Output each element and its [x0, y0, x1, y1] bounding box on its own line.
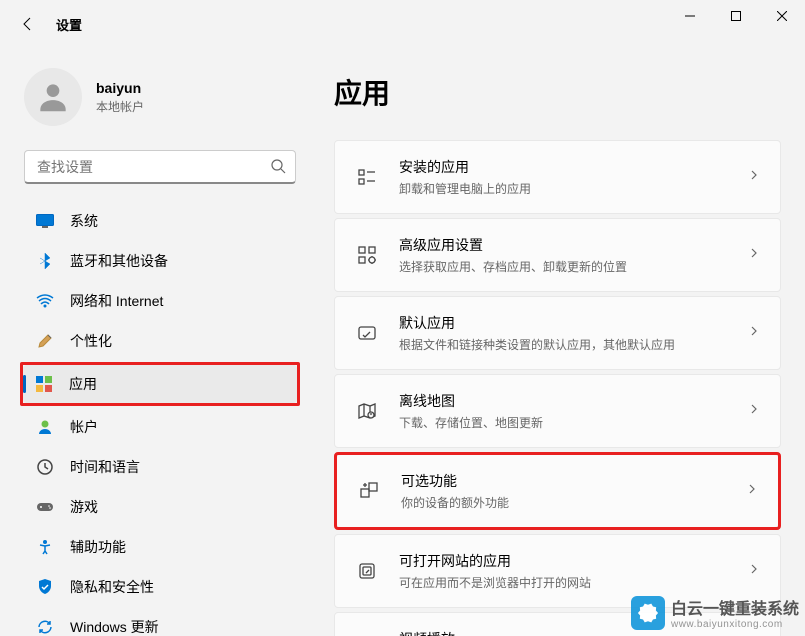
network-icon: [36, 292, 54, 310]
privacy-icon: [36, 578, 54, 596]
sidebar-item-label: 蓝牙和其他设备: [70, 251, 168, 271]
accessibility-icon: [36, 538, 54, 556]
sidebar-item-label: 隐私和安全性: [70, 577, 154, 597]
sidebar-item-gaming[interactable]: 游戏: [24, 488, 296, 526]
sidebar-item-privacy[interactable]: 隐私和安全性: [24, 568, 296, 606]
maximize-button[interactable]: [713, 0, 759, 32]
time-icon: [36, 458, 54, 476]
card-icon: [355, 321, 379, 345]
avatar: [24, 68, 82, 126]
sidebar-item-label: 系统: [70, 211, 98, 231]
settings-card[interactable]: 默认应用 根据文件和链接种类设置的默认应用，其他默认应用: [334, 296, 781, 370]
sidebar-item-accounts[interactable]: 帐户: [24, 408, 296, 446]
watermark-icon: [631, 596, 665, 630]
apps-icon: [35, 375, 53, 393]
card-title: 高级应用设置: [399, 235, 748, 255]
sidebar-item-label: 辅助功能: [70, 537, 126, 557]
card-title: 可选功能: [401, 471, 746, 491]
sidebar-item-bluetooth[interactable]: 蓝牙和其他设备: [24, 242, 296, 280]
main-content: 应用 安装的应用 卸载和管理电脑上的应用 高级应用设置 选择获取应用、存档应用、…: [310, 48, 805, 636]
sidebar-item-label: 应用: [69, 374, 97, 394]
card-desc: 选择获取应用、存档应用、卸载更新的位置: [399, 258, 748, 275]
profile-section[interactable]: baiyun 本地帐户: [20, 68, 310, 126]
watermark: 白云一键重装系统 www.baiyunxitong.com: [631, 595, 799, 630]
sidebar-item-time[interactable]: 时间和语言: [24, 448, 296, 486]
sidebar: baiyun 本地帐户 系统蓝牙和其他设备网络和 Internet 个性化应用帐户…: [0, 48, 310, 636]
sidebar-item-label: 时间和语言: [70, 457, 140, 477]
settings-card[interactable]: 可选功能 你的设备的额外功能: [337, 455, 778, 527]
update-icon: [36, 618, 54, 636]
sidebar-item-label: 游戏: [70, 497, 98, 517]
sidebar-item-network[interactable]: 网络和 Internet: [24, 282, 296, 320]
window-title: 设置: [56, 15, 82, 34]
card-title: 可打开网站的应用: [399, 551, 748, 571]
card-desc: 根据文件和链接种类设置的默认应用，其他默认应用: [399, 336, 748, 353]
card-title: 默认应用: [399, 313, 748, 333]
sidebar-item-apps[interactable]: 应用: [23, 365, 297, 403]
watermark-url: www.baiyunxitong.com: [671, 619, 799, 630]
card-desc: 可在应用而不是浏览器中打开的网站: [399, 574, 748, 591]
chevron-right-icon: [748, 324, 760, 342]
sidebar-item-label: 网络和 Internet: [70, 291, 163, 311]
card-icon: [355, 165, 379, 189]
card-title: 视频播放: [399, 629, 748, 636]
watermark-text: 白云一键重装系统: [671, 595, 799, 619]
card-desc: 你的设备的额外功能: [401, 494, 746, 511]
search-icon: [270, 158, 286, 179]
sidebar-item-personalize[interactable]: 个性化: [24, 322, 296, 360]
minimize-button[interactable]: [667, 0, 713, 32]
accounts-icon: [36, 418, 54, 436]
card-desc: 卸载和管理电脑上的应用: [399, 180, 748, 197]
sidebar-item-system[interactable]: 系统: [24, 202, 296, 240]
chevron-right-icon: [748, 402, 760, 420]
gaming-icon: [36, 498, 54, 516]
card-icon: [357, 479, 381, 503]
close-button[interactable]: [759, 0, 805, 32]
sidebar-item-accessibility[interactable]: 辅助功能: [24, 528, 296, 566]
chevron-right-icon: [746, 482, 758, 500]
chevron-right-icon: [748, 562, 760, 580]
profile-type: 本地帐户: [96, 98, 144, 115]
sidebar-item-update[interactable]: Windows 更新: [24, 608, 296, 636]
card-title: 离线地图: [399, 391, 748, 411]
card-desc: 下载、存储位置、地图更新: [399, 414, 748, 431]
card-icon: [355, 399, 379, 423]
chevron-right-icon: [748, 246, 760, 264]
sidebar-item-label: Windows 更新: [70, 617, 159, 636]
bluetooth-icon: [36, 252, 54, 270]
personalize-icon: [36, 332, 54, 350]
card-title: 安装的应用: [399, 157, 748, 177]
system-icon: [36, 212, 54, 230]
settings-card[interactable]: 高级应用设置 选择获取应用、存档应用、卸载更新的位置: [334, 218, 781, 292]
card-icon: [355, 243, 379, 267]
sidebar-item-label: 帐户: [70, 417, 98, 437]
chevron-right-icon: [748, 168, 760, 186]
settings-card[interactable]: 安装的应用 卸载和管理电脑上的应用: [334, 140, 781, 214]
search-input[interactable]: [24, 150, 296, 184]
sidebar-item-label: 个性化: [70, 331, 112, 351]
profile-name: baiyun: [96, 80, 144, 96]
back-button[interactable]: [8, 4, 48, 44]
page-title: 应用: [334, 72, 781, 112]
card-icon: [355, 559, 379, 583]
settings-card[interactable]: 离线地图 下载、存储位置、地图更新: [334, 374, 781, 448]
